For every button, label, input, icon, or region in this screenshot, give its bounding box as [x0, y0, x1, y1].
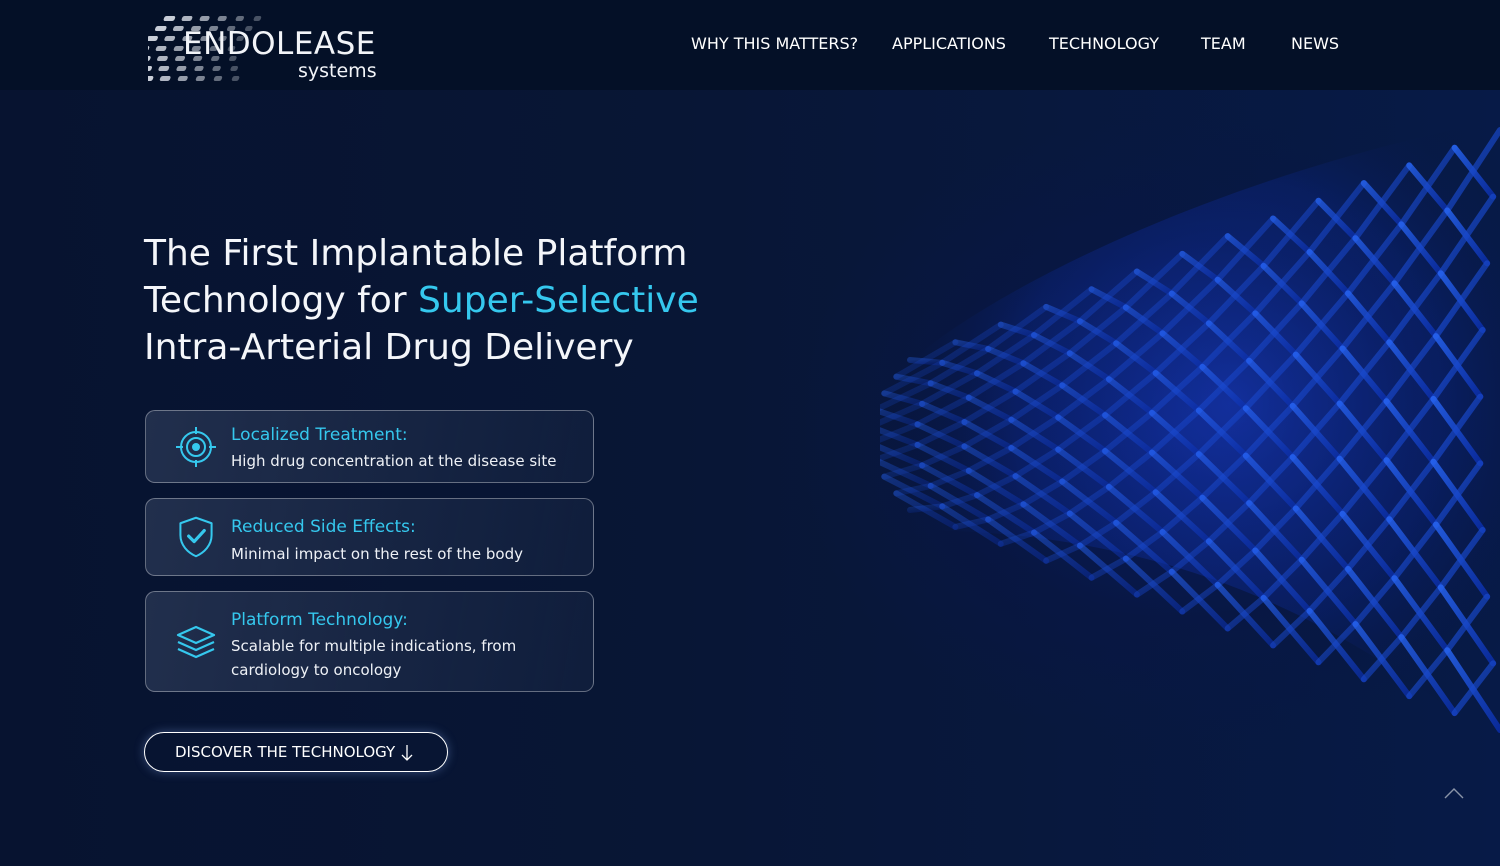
card-text: Scalable for multiple indications, from …	[231, 637, 517, 679]
logo-subtitle: systems	[298, 60, 377, 82]
discover-technology-button[interactable]: DISCOVER THE TECHNOLOGY	[144, 732, 448, 772]
nav-news[interactable]: NEWS	[1291, 34, 1339, 53]
site-header: ENDOLEASE systems WHY THIS MATTERS? APPL…	[0, 0, 1500, 90]
card-title: Platform Technology:	[231, 610, 408, 630]
mesh-strut	[907, 503, 946, 513]
layers-icon	[176, 625, 216, 659]
nav-technology[interactable]: TECHNOLOGY	[1049, 34, 1159, 53]
stent-mesh-image	[880, 120, 1500, 750]
card-title: Localized Treatment:	[231, 425, 408, 445]
card-text: Minimal impact on the rest of the body	[231, 545, 523, 563]
hero-section: ENDOLEASE systems WHY THIS MATTERS? APPL…	[0, 0, 1500, 866]
shield-check-icon	[179, 516, 213, 558]
nav-why-this-matters[interactable]: WHY THIS MATTERS?	[691, 34, 858, 53]
card-text: High drug concentration at the disease s…	[231, 452, 557, 470]
feature-card-platform: Platform Technology: Scalable for multip…	[145, 591, 594, 692]
target-icon	[176, 427, 216, 467]
nav-applications[interactable]: APPLICATIONS	[892, 34, 1006, 53]
feature-card-side-effects: Reduced Side Effects: Minimal impact on …	[145, 498, 594, 576]
hero-headline: The First Implantable Platform Technolog…	[144, 230, 744, 371]
feature-card-localized: Localized Treatment: High drug concentra…	[145, 410, 594, 483]
endolease-logo[interactable]: ENDOLEASE systems	[148, 10, 388, 86]
headline-part-2: Intra-Arterial Drug Delivery	[144, 327, 634, 368]
nav-team[interactable]: TEAM	[1201, 34, 1246, 53]
logo-wordmark: ENDOLEASE	[183, 26, 376, 62]
arrow-down-icon	[401, 745, 413, 761]
card-title: Reduced Side Effects:	[231, 517, 416, 537]
chevron-up-icon[interactable]	[1444, 787, 1464, 799]
headline-highlight: Super-Selective	[418, 280, 699, 321]
cta-label: DISCOVER THE TECHNOLOGY	[175, 743, 396, 761]
